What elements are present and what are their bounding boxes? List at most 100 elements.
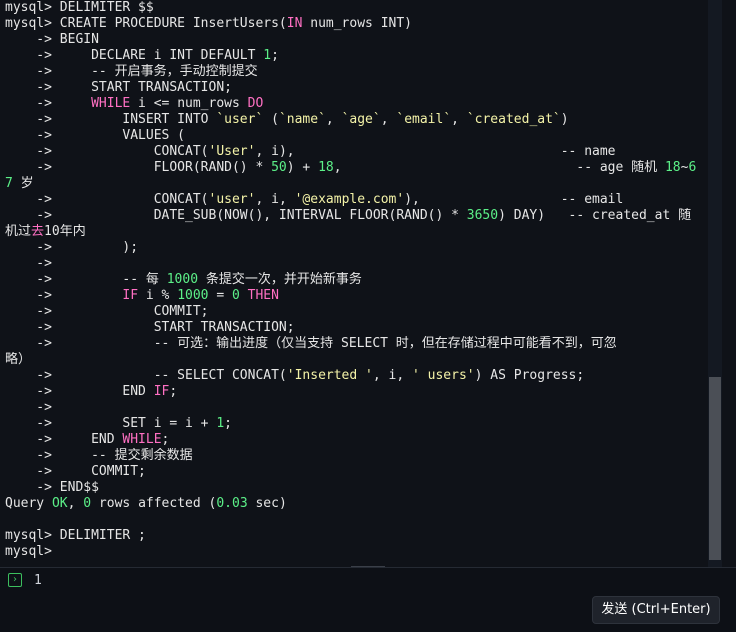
terminal-token: 1 [216, 416, 225, 431]
terminal-token: , -- age 随机 [333, 160, 665, 175]
terminal-token: `age` [341, 112, 381, 127]
terminal-token: ) + [286, 160, 319, 175]
terminal-token: 年内 [59, 224, 86, 239]
terminal-token: -> VALUES ( [5, 128, 186, 143]
terminal-line: -> START TRANSACTION; [5, 80, 713, 96]
terminal-token: -> SET i = i + [5, 416, 217, 431]
terminal-line: -> COMMIT; [5, 304, 713, 320]
terminal-token: 1 [263, 48, 272, 63]
terminal-token: -> FLOOR(RAND() * [5, 160, 272, 175]
terminal-line: -> INSERT INTO `user` (`name`, `age`, `e… [5, 112, 713, 128]
terminal-token: -> BEGIN [5, 32, 99, 47]
terminal-token: , [325, 112, 342, 127]
terminal-token: -> DECLARE i INT DEFAULT [5, 48, 264, 63]
terminal-token: -> START TRANSACTION; [5, 80, 232, 95]
terminal-token: '@example.com' [294, 192, 405, 207]
terminal-token: ( [263, 112, 279, 127]
terminal-output[interactable]: mysql> DELIMITER $$ mysql> CREATE PROCEDU… [0, 0, 736, 567]
terminal-token: -> CONCAT( [5, 192, 209, 207]
terminal-line: -> FLOOR(RAND() * 50) + 18, -- age 随机 18… [5, 160, 713, 176]
terminal-line: 机过去10年内 [5, 224, 713, 240]
terminal-token: , i, [255, 192, 295, 207]
terminal-token: 0 [232, 288, 240, 303]
terminal-token: ), -- email [404, 192, 624, 207]
terminal-token: ; [224, 416, 232, 431]
terminal-token: mysql> CREATE PROCEDURE InsertUsers( [5, 16, 287, 31]
terminal-token: ; [271, 48, 279, 63]
terminal-token: -> -- 可选：输出进度（仅当支持 SELECT 时，但在存储过程中可能看不到… [5, 336, 617, 351]
terminal-line: mysql> CREATE PROCEDURE InsertUsers(IN n… [5, 16, 713, 32]
terminal-line: -> -- 开启事务，手动控制提交 [5, 64, 713, 80]
terminal-token: = [208, 288, 232, 303]
terminal-token: ; [161, 432, 170, 447]
terminal-token: -> -- 提交剩余数据 [5, 448, 193, 463]
terminal-token: WHILE [122, 432, 162, 447]
terminal-line: -> END WHILE; [5, 432, 713, 448]
terminal-line: -> CONCAT('user', i, '@example.com'), --… [5, 192, 713, 208]
send-button[interactable]: 发送 (Ctrl+Enter) [592, 596, 720, 624]
terminal-token: -> [5, 400, 52, 415]
terminal-line: -> START TRANSACTION; [5, 320, 713, 336]
terminal-token: i % [138, 288, 178, 303]
terminal-token: IF [122, 288, 139, 303]
terminal-token: , [380, 112, 397, 127]
terminal-line: -> [5, 256, 713, 272]
terminal-token: IN [286, 16, 303, 31]
terminal-line: -> -- SELECT CONCAT('Inserted ', i, ' us… [5, 368, 713, 384]
terminal-token: 6 [688, 160, 697, 175]
terminal-token: -> CONCAT( [5, 144, 209, 159]
terminal-token: -> COMMIT; [5, 304, 209, 319]
terminal-token: , i), -- name [255, 144, 616, 159]
terminal-prompt-icon: › [8, 573, 22, 587]
terminal-token: mysql> [5, 544, 52, 559]
terminal-token: -> END$$ [5, 480, 99, 495]
terminal-token: THEN [247, 288, 279, 303]
terminal-token: 3650 [466, 208, 499, 223]
terminal-token: `name` [278, 112, 326, 127]
terminal-line: Query OK, 0 rows affected (0.03 sec) [5, 496, 713, 512]
terminal-token: sec) [247, 496, 287, 511]
terminal-token: 50 [271, 160, 287, 175]
terminal-line: mysql> DELIMITER $$ [5, 0, 713, 16]
terminal-token: num_rows INT) [302, 16, 412, 31]
terminal-token: , [451, 112, 467, 127]
terminal-line: -> -- 每 1000 条提交一次，并开始新事务 [5, 272, 713, 288]
terminal-line: -> COMMIT; [5, 464, 713, 480]
terminal-token: OK [51, 496, 68, 511]
terminal-token: mysql> DELIMITER $$ [5, 0, 154, 15]
terminal-line: -> DECLARE i INT DEFAULT 1; [5, 48, 713, 64]
terminal-line: -> VALUES ( [5, 128, 713, 144]
terminal-token: 7 [5, 176, 13, 191]
terminal-token: 岁 [12, 176, 34, 191]
terminal-line: -> END$$ [5, 480, 713, 496]
input-line: › 1 [8, 572, 42, 588]
terminal-token: `created_at` [466, 112, 561, 127]
scrollbar-thumb[interactable] [709, 377, 721, 560]
terminal-token: 去 [31, 224, 45, 239]
line-number: 1 [34, 572, 42, 588]
terminal-token: ' users' [412, 368, 475, 383]
terminal-token: rows affected ( [91, 496, 217, 511]
terminal-line: mysql> DELIMITER ; [5, 528, 713, 544]
terminal-line: -> ); [5, 240, 713, 256]
terminal-token: ; [169, 384, 178, 399]
terminal-token: `user` [216, 112, 264, 127]
terminal-token: IF [153, 384, 170, 399]
terminal-line: -> BEGIN [5, 32, 713, 48]
terminal-token: -> -- SELECT CONCAT( [5, 368, 287, 383]
terminal-line: -> WHILE i <= num_rows DO [5, 96, 713, 112]
terminal-line: -> IF i % 1000 = 0 THEN [5, 288, 713, 304]
terminal-token: -> COMMIT; [5, 464, 146, 479]
terminal-token: WHILE [91, 96, 131, 111]
terminal-token: -> START TRANSACTION; [5, 320, 295, 335]
terminal-token: 'User' [208, 144, 256, 159]
terminal-line: mysql> [5, 544, 713, 560]
terminal-token: `email` [396, 112, 452, 127]
terminal-token: 1000 [177, 288, 209, 303]
terminal-line: -> CONCAT('User', i), -- name [5, 144, 713, 160]
terminal-token: 条提交一次，并开始新事务 [198, 272, 362, 287]
terminal-token: 18 [318, 160, 334, 175]
terminal-token: -> END [5, 432, 123, 447]
